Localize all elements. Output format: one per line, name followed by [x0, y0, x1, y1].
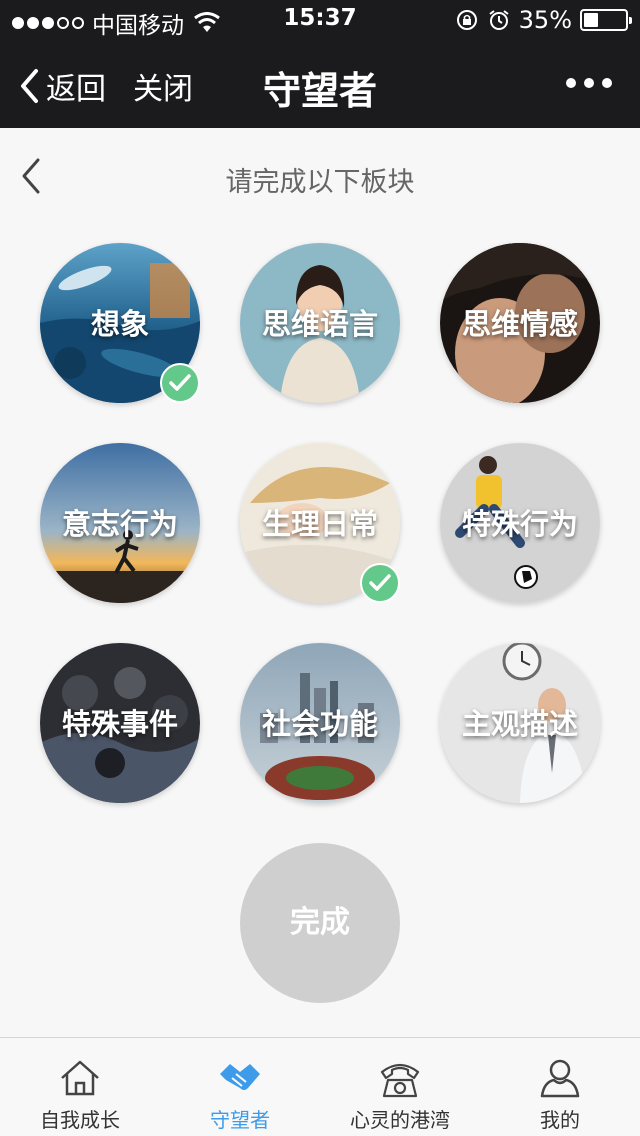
alarm-icon [489, 10, 509, 30]
status-bar: 中国移动 15:37 35% [0, 0, 640, 40]
tab-label: 守望者 [210, 1108, 270, 1132]
battery-percent: 35% [518, 6, 572, 34]
completed-check-icon [360, 563, 400, 603]
module-label: 社会功能 [261, 707, 378, 741]
module-label: 思维情感 [461, 307, 578, 341]
module-label: 想象 [90, 307, 149, 341]
module-label: 意志行为 [61, 507, 178, 541]
done-button[interactable]: 完成 [240, 843, 400, 1003]
page-title: 守望者 [262, 69, 377, 113]
status-right: 35% [455, 6, 632, 34]
nav-bar: 返回 关闭 守望者 [0, 40, 640, 128]
tab-label: 我的 [540, 1108, 580, 1132]
tab-guardian[interactable]: 守望者 [160, 1038, 320, 1136]
completed-check-icon [160, 363, 200, 403]
more-dot-icon [584, 78, 594, 88]
telephone-icon [380, 1063, 420, 1098]
tab-soul-harbor[interactable]: 心灵的港湾 [320, 1038, 480, 1136]
module-label: 特殊事件 [61, 707, 178, 741]
module-label: 特殊行为 [461, 507, 578, 541]
module-special-event[interactable]: 特殊事件 [40, 643, 200, 803]
module-subjective-description[interactable]: 主观描述 [440, 643, 600, 803]
tab-self-growth[interactable]: 自我成长 [0, 1038, 160, 1136]
user-icon [540, 1059, 580, 1098]
module-social-function[interactable]: 社会功能 [240, 643, 400, 803]
home-icon [61, 1060, 99, 1096]
module-will-behavior[interactable]: 意志行为 [40, 443, 200, 603]
module-special-behavior[interactable]: 特殊行为 [440, 443, 600, 603]
tab-label: 自我成长 [40, 1108, 120, 1132]
section-title: 请完成以下板块 [225, 167, 415, 198]
tab-mine[interactable]: 我的 [480, 1038, 640, 1136]
more-menu-button[interactable] [566, 78, 612, 88]
tab-label: 心灵的港湾 [350, 1108, 450, 1132]
module-label: 主观描述 [461, 707, 578, 741]
module-thinking-language[interactable]: 思维语言 [240, 243, 400, 403]
handshake-icon [220, 1064, 260, 1090]
more-dot-icon [602, 78, 612, 88]
battery-icon [580, 9, 632, 31]
rotation-lock-icon [456, 10, 477, 30]
module-label: 生理日常 [261, 507, 378, 541]
tab-bar: 自我成长 守望者 心灵的港湾 我的 [0, 1037, 640, 1136]
module-label: 思维语言 [261, 307, 378, 341]
module-thinking-emotion[interactable]: 思维情感 [440, 243, 600, 403]
more-dot-icon [566, 78, 576, 88]
